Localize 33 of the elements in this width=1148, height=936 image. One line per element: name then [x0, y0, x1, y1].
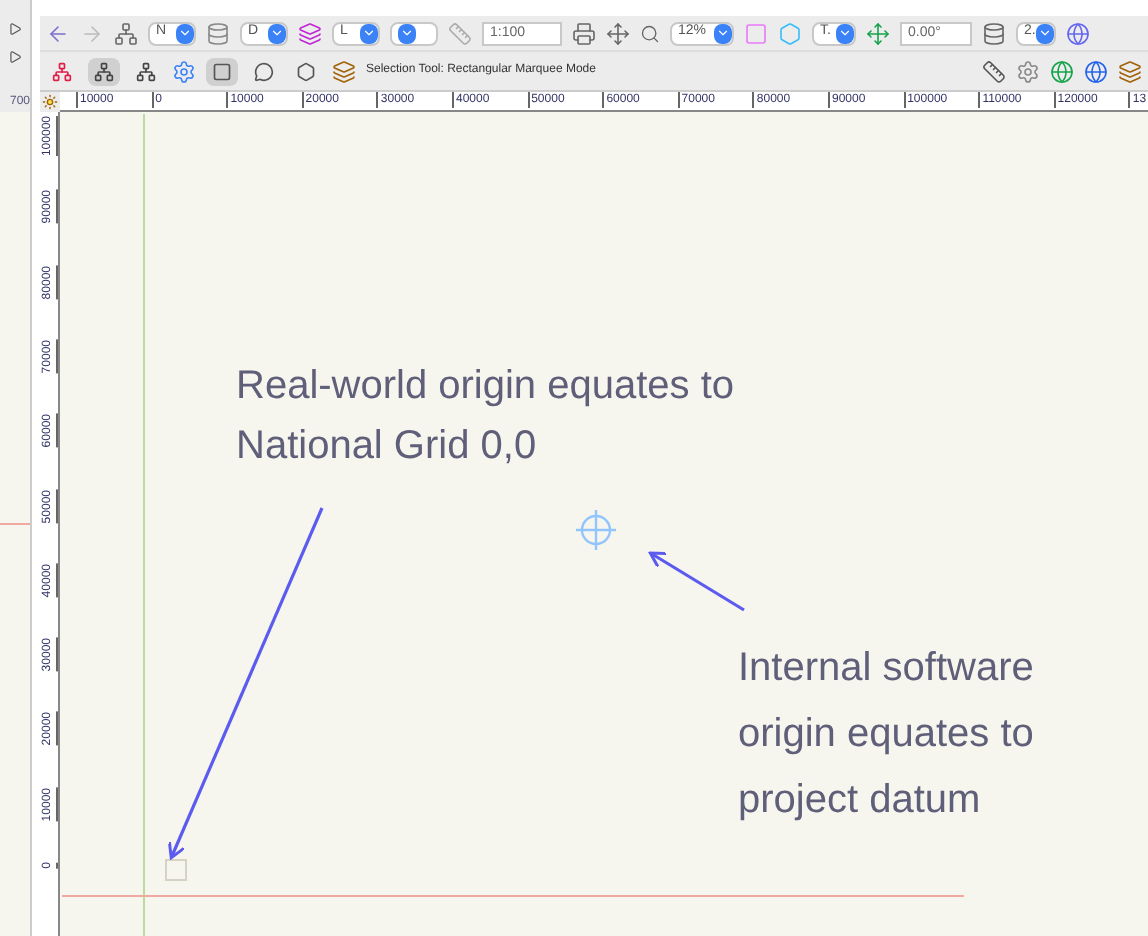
caret-icon: [268, 23, 286, 43]
ruler-icon[interactable]: [982, 59, 1006, 83]
shape-button[interactable]: [206, 57, 238, 85]
caret-icon: [714, 23, 732, 43]
globe-icon[interactable]: [1050, 59, 1074, 83]
origin-icon: [165, 859, 187, 881]
caret-icon: [360, 23, 378, 43]
annotation-text: Real-world origin equates to National Grid 0,0: [236, 362, 737, 472]
settings-icon[interactable]: [1016, 59, 1040, 83]
layers-icon[interactable]: [332, 59, 356, 83]
caret-icon: [398, 23, 416, 43]
globe-icon[interactable]: [1084, 59, 1108, 83]
settings-icon[interactable]: [172, 59, 196, 83]
caret-icon: [1036, 23, 1054, 43]
dropdown[interactable]: [390, 21, 438, 45]
caret-icon: [836, 23, 854, 43]
hierarchy-icon[interactable]: [114, 21, 138, 45]
caret-icon: [176, 23, 194, 43]
crosshair-icon: [576, 510, 616, 550]
database-icon[interactable]: [206, 21, 230, 45]
back-icon[interactable]: [46, 21, 70, 45]
layers-icon[interactable]: [298, 21, 322, 45]
origin-icon[interactable]: [42, 94, 58, 110]
annotation-text: Internal software origin equates to project datum: [738, 644, 1036, 826]
arrow: [648, 551, 745, 612]
printer-icon[interactable]: [572, 21, 596, 45]
move-icon[interactable]: [606, 21, 630, 45]
globe-icon[interactable]: [1066, 21, 1090, 45]
mode-button[interactable]: [88, 57, 120, 85]
layers-icon[interactable]: [1118, 59, 1142, 83]
storage-icon[interactable]: [982, 21, 1006, 45]
axis-line: [0, 523, 31, 525]
search-icon[interactable]: [640, 23, 660, 43]
